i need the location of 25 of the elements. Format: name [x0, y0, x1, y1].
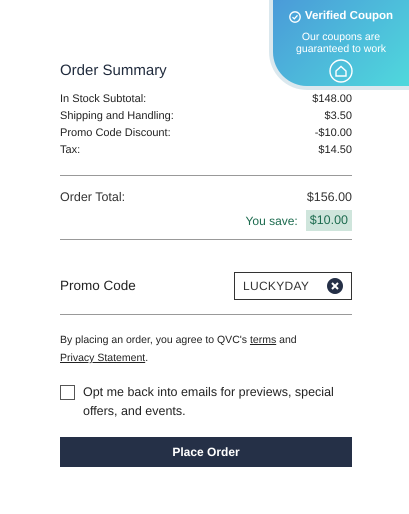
privacy-statement-link[interactable]: Privacy Statement [60, 352, 146, 364]
terms-link[interactable]: terms [250, 334, 276, 346]
line-amount: -$10.00 [314, 126, 352, 140]
savings-label: You save: [246, 212, 298, 230]
line-label: Shipping and Handling: [60, 108, 174, 124]
opt-in-label: Opt me back into emails for previews, special offers, and events. [83, 384, 335, 420]
savings-amount: $10.00 [306, 210, 352, 231]
line-amount: $148.00 [312, 92, 352, 106]
promo-code-field[interactable]: LUCKYDAY [234, 272, 352, 300]
line-amount: $3.50 [324, 108, 352, 124]
opt-in-checkbox[interactable] [60, 385, 75, 400]
promo-code-label: Promo Code [60, 276, 136, 295]
banner-title: Verified Coupon [304, 9, 394, 24]
section-title: Order Summary [60, 61, 167, 81]
remove-icon[interactable] [327, 278, 343, 294]
total-label: Order Total: [60, 188, 126, 206]
check-circle-icon [288, 10, 301, 23]
line-label: Promo Code Discount: [60, 126, 171, 140]
line-label: In Stock Subtotal: [60, 92, 146, 106]
total-value: $156.00 [306, 188, 352, 206]
banner-message: Our coupons are guaranteed to work [295, 31, 387, 56]
line-amount: $14.50 [318, 142, 352, 158]
agreement-text: By placing an order, you agree to QVC's terms and Privacy Statement. [60, 333, 298, 366]
line-label: Tax: [60, 142, 80, 158]
place-order-button[interactable]: Place Order [60, 437, 352, 467]
